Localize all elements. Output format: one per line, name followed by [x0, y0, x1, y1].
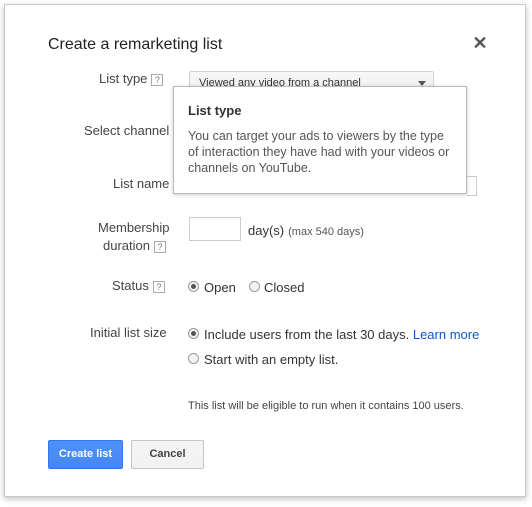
eligibility-note: This list will be eligible to run when i…	[188, 400, 464, 412]
create-list-button[interactable]: Create list	[48, 440, 123, 469]
tooltip-body: You can target your ads to viewers by th…	[188, 129, 450, 175]
status-closed-radio[interactable]	[249, 281, 260, 292]
create-remarketing-list-dialog: Create a remarketing list ✕ List type? V…	[4, 4, 526, 497]
list-type-tooltip: List type You can target your ads to vie…	[173, 86, 467, 194]
days-unit-label: day(s) (max 540 days)	[248, 223, 364, 238]
list-type-label: List type?	[99, 71, 164, 86]
help-icon[interactable]: ?	[153, 240, 166, 253]
help-icon[interactable]: ?	[151, 73, 164, 86]
status-open-label[interactable]: Open	[204, 280, 236, 295]
empty-list-label[interactable]: Start with an empty list.	[204, 352, 338, 367]
membership-label: Membership	[98, 220, 170, 235]
list-name-label: List name	[113, 176, 170, 191]
empty-list-radio[interactable]	[188, 353, 199, 364]
status-open-radio[interactable]	[188, 281, 199, 292]
tooltip-title: List type	[188, 103, 242, 118]
select-channel-label: Select channel	[84, 123, 170, 138]
close-icon[interactable]: ✕	[471, 34, 489, 52]
learn-more-link[interactable]: Learn more	[413, 327, 479, 342]
status-label: Status?	[112, 278, 165, 293]
membership-duration-input[interactable]	[189, 217, 241, 241]
dialog-title: Create a remarketing list	[48, 36, 223, 53]
cancel-button[interactable]: Cancel	[131, 440, 204, 469]
status-closed-label[interactable]: Closed	[264, 280, 304, 295]
help-icon[interactable]: ?	[152, 280, 165, 293]
days-max-note: (max 540 days)	[288, 226, 364, 238]
duration-label: duration?	[103, 238, 166, 253]
list-name-input[interactable]	[467, 176, 477, 196]
include-last-30-days-label[interactable]: Include users from the last 30 days. Lea…	[204, 327, 479, 342]
initial-list-size-label: Initial list size	[90, 325, 167, 340]
include-last-30-days-radio[interactable]	[188, 328, 199, 339]
